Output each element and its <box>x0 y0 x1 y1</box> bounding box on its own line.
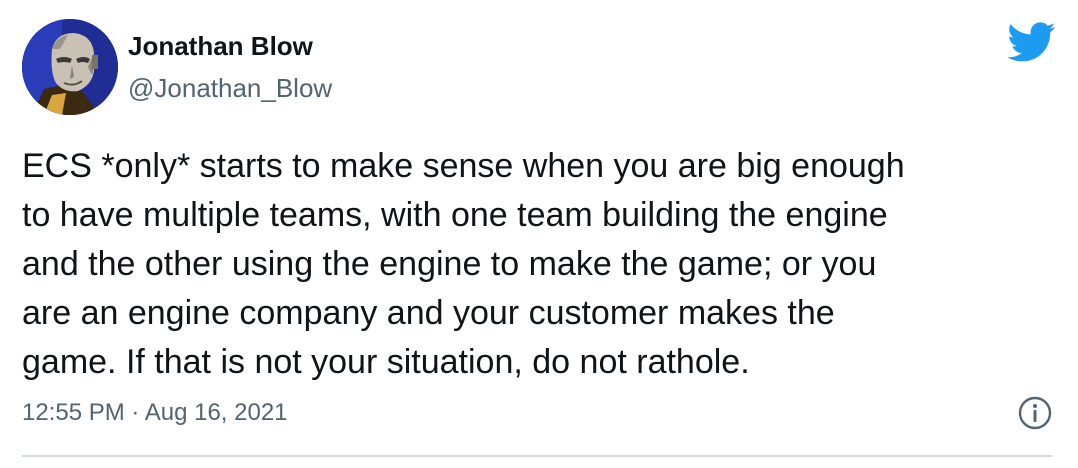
twitter-bird-icon[interactable] <box>1007 22 1056 64</box>
tweet-card: Jonathan Blow @Jonathan_Blow ECS *only* … <box>0 0 1078 468</box>
author-name[interactable]: Jonathan Blow <box>128 30 313 62</box>
tweet-text: ECS *only* starts to make sense when you… <box>22 147 905 381</box>
info-icon[interactable] <box>1018 396 1052 430</box>
author-avatar[interactable] <box>22 19 118 115</box>
divider <box>22 455 1052 457</box>
tweet-timestamp[interactable]: 12:55 PM · Aug 16, 2021 <box>22 398 288 428</box>
avatar-portrait-image <box>22 19 118 115</box>
author-handle[interactable]: @Jonathan_Blow <box>128 72 332 104</box>
